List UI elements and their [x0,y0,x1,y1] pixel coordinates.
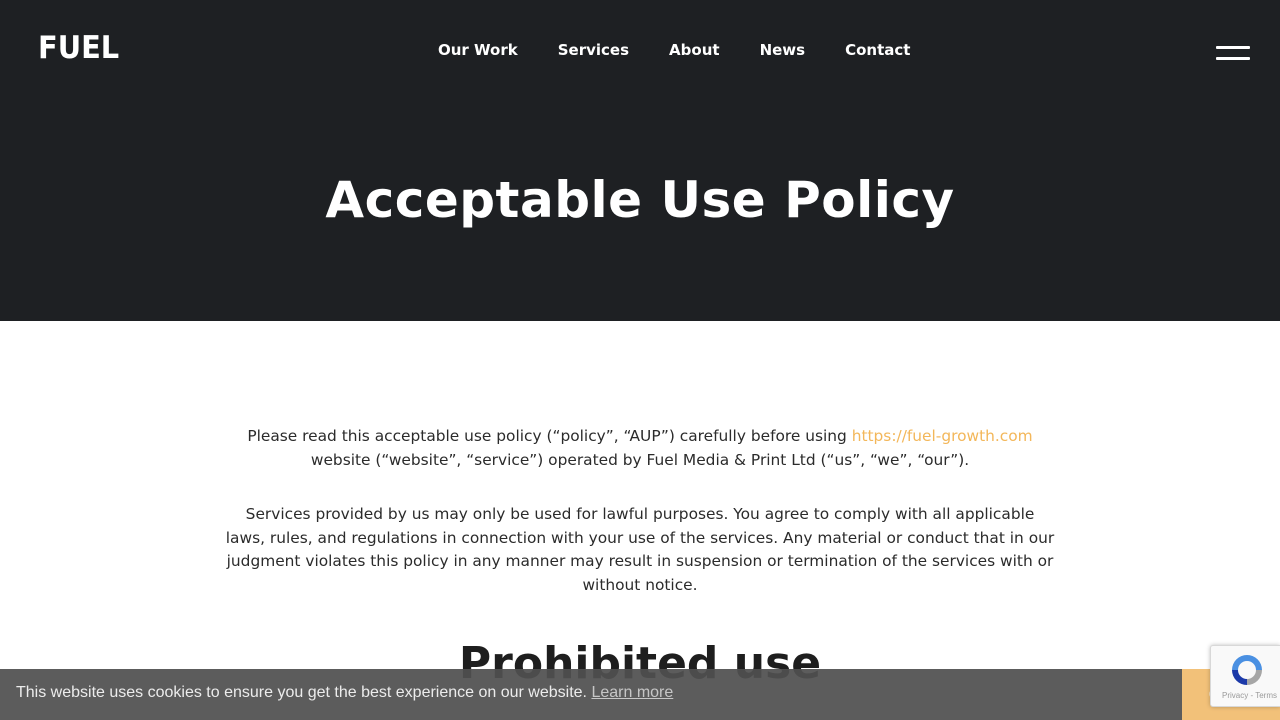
recaptcha-badge[interactable]: Privacy - Terms [1210,645,1280,707]
learn-more-link[interactable]: Learn more [591,684,673,701]
fuel-logo[interactable]: FUEL [38,30,119,66]
intro-text-after: website (“website”, “service”) operated … [310,450,970,469]
page-title: Acceptable Use Policy [325,171,955,229]
nav-item-news[interactable]: News [760,40,806,60]
intro-text-before: Please read this acceptable use policy (… [247,427,852,445]
site-header: FUEL Our Work Services About News Contac… [0,0,1280,321]
recaptcha-icon [1232,655,1262,685]
cookie-message: This website uses cookies to ensure you … [16,683,673,703]
lawful-use-paragraph: Services provided by us may only be used… [225,505,1055,594]
main-nav: Our Work Services About News Contact [438,40,910,60]
website-link[interactable]: https://fuel-growth.com [852,427,1033,445]
menu-bar-top [1216,46,1250,49]
nav-item-about[interactable]: About [669,40,720,60]
intro-paragraph: Please read this acceptable use policy (… [225,425,1055,472]
menu-bar-bottom [1216,57,1250,60]
nav-item-services[interactable]: Services [558,40,629,60]
recaptcha-terms[interactable]: Privacy - Terms [1215,691,1277,701]
cookie-banner: This website uses cookies to ensure you … [0,669,1280,720]
nav-item-our-work[interactable]: Our Work [438,40,518,60]
hamburger-menu-icon[interactable] [1216,46,1250,62]
cookie-message-text: This website uses cookies to ensure you … [16,684,587,701]
nav-item-contact[interactable]: Contact [845,40,910,60]
policy-content: Please read this acceptable use policy (… [225,425,1055,597]
